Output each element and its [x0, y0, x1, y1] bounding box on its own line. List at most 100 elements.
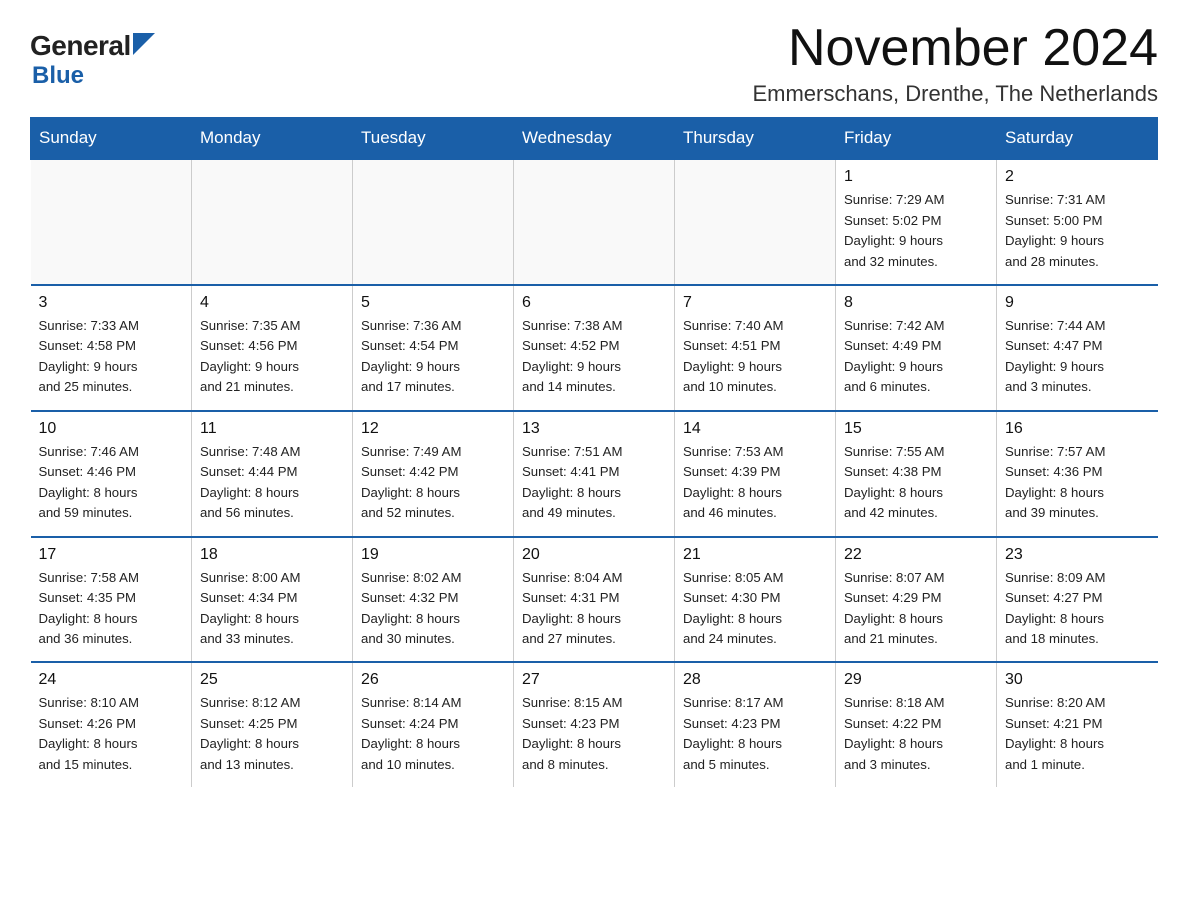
- header-day-tuesday: Tuesday: [353, 118, 514, 160]
- calendar-cell: 7Sunrise: 7:40 AMSunset: 4:51 PMDaylight…: [675, 285, 836, 411]
- day-info: Sunrise: 8:09 AMSunset: 4:27 PMDaylight:…: [1005, 568, 1150, 650]
- calendar-cell: 3 Sunrise: 7:33 AMSunset: 4:58 PMDaylight…: [31, 285, 192, 411]
- day-info: Sunrise: 8:10 AMSunset: 4:26 PMDaylight:…: [39, 693, 184, 775]
- day-number: 23: [1005, 546, 1150, 564]
- calendar-cell: [675, 159, 836, 285]
- day-number: 18: [200, 546, 344, 564]
- day-number: 17: [39, 546, 184, 564]
- calendar-cell: 24 Sunrise: 8:10 AMSunset: 4:26 PMDayligh…: [31, 662, 192, 787]
- day-info: Sunrise: 7:29 AMSunset: 5:02 PMDaylight:…: [844, 190, 988, 272]
- calendar-cell: 9 Sunrise: 7:44 AMSunset: 4:47 PMDaylight…: [997, 285, 1158, 411]
- day-number: 24: [39, 671, 184, 689]
- calendar-cell: 19 Sunrise: 8:02 AMSunset: 4:32 PMDayligh…: [353, 537, 514, 663]
- day-number: 2: [1005, 168, 1150, 186]
- calendar-table: SundayMondayTuesdayWednesdayThursdayFrid…: [30, 117, 1158, 787]
- day-number: 30: [1005, 671, 1150, 689]
- day-number: 13: [522, 420, 666, 438]
- header: General Blue November 2024 Emmerschans, …: [30, 20, 1158, 107]
- day-info: Sunrise: 7:51 AMSunset: 4:41 PMDaylight:…: [522, 442, 666, 524]
- day-info: Sunrise: 8:14 AMSunset: 4:24 PMDaylight:…: [361, 693, 505, 775]
- subtitle: Emmerschans, Drenthe, The Netherlands: [752, 81, 1158, 107]
- calendar-cell: [31, 159, 192, 285]
- day-info: Sunrise: 7:31 AMSunset: 5:00 PMDaylight:…: [1005, 190, 1150, 272]
- day-info: Sunrise: 7:36 AMSunset: 4:54 PMDaylight:…: [361, 316, 505, 398]
- calendar-cell: 28Sunrise: 8:17 AMSunset: 4:23 PMDayligh…: [675, 662, 836, 787]
- week-row-3: 10 Sunrise: 7:46 AMSunset: 4:46 PMDayligh…: [31, 411, 1158, 537]
- day-number: 5: [361, 294, 505, 312]
- day-number: 19: [361, 546, 505, 564]
- day-info: Sunrise: 8:00 AMSunset: 4:34 PMDaylight:…: [200, 568, 344, 650]
- calendar-body: 1 Sunrise: 7:29 AMSunset: 5:02 PMDaylight…: [31, 159, 1158, 787]
- calendar-cell: 13 Sunrise: 7:51 AMSunset: 4:41 PMDayligh…: [514, 411, 675, 537]
- day-info: Sunrise: 8:12 AMSunset: 4:25 PMDaylight:…: [200, 693, 344, 775]
- logo-general-text: General: [30, 30, 131, 62]
- day-info: Sunrise: 7:44 AMSunset: 4:47 PMDaylight:…: [1005, 316, 1150, 398]
- calendar-cell: 12Sunrise: 7:49 AMSunset: 4:42 PMDayligh…: [353, 411, 514, 537]
- calendar-cell: 25 Sunrise: 8:12 AMSunset: 4:25 PMDayligh…: [192, 662, 353, 787]
- calendar-cell: 10 Sunrise: 7:46 AMSunset: 4:46 PMDayligh…: [31, 411, 192, 537]
- week-row-4: 17 Sunrise: 7:58 AMSunset: 4:35 PMDayligh…: [31, 537, 1158, 663]
- day-info: Sunrise: 7:48 AMSunset: 4:44 PMDaylight:…: [200, 442, 344, 524]
- calendar-cell: 18 Sunrise: 8:00 AMSunset: 4:34 PMDayligh…: [192, 537, 353, 663]
- calendar-cell: 5 Sunrise: 7:36 AMSunset: 4:54 PMDaylight…: [353, 285, 514, 411]
- title-area: November 2024 Emmerschans, Drenthe, The …: [752, 20, 1158, 107]
- day-number: 29: [844, 671, 988, 689]
- header-day-thursday: Thursday: [675, 118, 836, 160]
- calendar-header: SundayMondayTuesdayWednesdayThursdayFrid…: [31, 118, 1158, 160]
- day-info: Sunrise: 7:46 AMSunset: 4:46 PMDaylight:…: [39, 442, 184, 524]
- day-info: Sunrise: 7:55 AMSunset: 4:38 PMDaylight:…: [844, 442, 988, 524]
- calendar-cell: 30 Sunrise: 8:20 AMSunset: 4:21 PMDayligh…: [997, 662, 1158, 787]
- calendar-cell: 27 Sunrise: 8:15 AMSunset: 4:23 PMDayligh…: [514, 662, 675, 787]
- day-number: 28: [683, 671, 827, 689]
- logo-arrow-icon: [133, 33, 155, 55]
- day-info: Sunrise: 7:40 AMSunset: 4:51 PMDaylight:…: [683, 316, 827, 398]
- main-title: November 2024: [752, 20, 1158, 77]
- day-number: 10: [39, 420, 184, 438]
- logo-blue-text: Blue: [32, 62, 84, 89]
- day-number: 25: [200, 671, 344, 689]
- day-number: 11: [200, 420, 344, 438]
- day-info: Sunrise: 7:33 AMSunset: 4:58 PMDaylight:…: [39, 316, 184, 398]
- day-info: Sunrise: 7:49 AMSunset: 4:42 PMDaylight:…: [361, 442, 505, 524]
- week-row-2: 3 Sunrise: 7:33 AMSunset: 4:58 PMDaylight…: [31, 285, 1158, 411]
- day-number: 3: [39, 294, 184, 312]
- calendar-cell: 26 Sunrise: 8:14 AMSunset: 4:24 PMDayligh…: [353, 662, 514, 787]
- week-row-5: 24 Sunrise: 8:10 AMSunset: 4:26 PMDayligh…: [31, 662, 1158, 787]
- day-number: 6: [522, 294, 666, 312]
- calendar-cell: 23 Sunrise: 8:09 AMSunset: 4:27 PMDayligh…: [997, 537, 1158, 663]
- calendar-cell: 11 Sunrise: 7:48 AMSunset: 4:44 PMDayligh…: [192, 411, 353, 537]
- calendar-cell: 1 Sunrise: 7:29 AMSunset: 5:02 PMDaylight…: [836, 159, 997, 285]
- calendar-cell: 17 Sunrise: 7:58 AMSunset: 4:35 PMDayligh…: [31, 537, 192, 663]
- day-info: Sunrise: 7:35 AMSunset: 4:56 PMDaylight:…: [200, 316, 344, 398]
- day-number: 21: [683, 546, 827, 564]
- day-number: 15: [844, 420, 988, 438]
- day-info: Sunrise: 8:02 AMSunset: 4:32 PMDaylight:…: [361, 568, 505, 650]
- day-number: 4: [200, 294, 344, 312]
- header-day-saturday: Saturday: [997, 118, 1158, 160]
- day-info: Sunrise: 7:58 AMSunset: 4:35 PMDaylight:…: [39, 568, 184, 650]
- day-number: 1: [844, 168, 988, 186]
- calendar-cell: 4 Sunrise: 7:35 AMSunset: 4:56 PMDaylight…: [192, 285, 353, 411]
- day-number: 26: [361, 671, 505, 689]
- day-number: 9: [1005, 294, 1150, 312]
- calendar-cell: 8 Sunrise: 7:42 AMSunset: 4:49 PMDaylight…: [836, 285, 997, 411]
- day-number: 16: [1005, 420, 1150, 438]
- logo: General Blue: [30, 20, 155, 90]
- day-number: 8: [844, 294, 988, 312]
- day-info: Sunrise: 8:07 AMSunset: 4:29 PMDaylight:…: [844, 568, 988, 650]
- calendar-cell: 16Sunrise: 7:57 AMSunset: 4:36 PMDayligh…: [997, 411, 1158, 537]
- calendar-cell: [192, 159, 353, 285]
- calendar-cell: 6Sunrise: 7:38 AMSunset: 4:52 PMDaylight…: [514, 285, 675, 411]
- day-info: Sunrise: 7:53 AMSunset: 4:39 PMDaylight:…: [683, 442, 827, 524]
- day-info: Sunrise: 8:18 AMSunset: 4:22 PMDaylight:…: [844, 693, 988, 775]
- calendar-cell: 15 Sunrise: 7:55 AMSunset: 4:38 PMDayligh…: [836, 411, 997, 537]
- calendar-cell: 21 Sunrise: 8:05 AMSunset: 4:30 PMDayligh…: [675, 537, 836, 663]
- day-info: Sunrise: 7:42 AMSunset: 4:49 PMDaylight:…: [844, 316, 988, 398]
- day-info: Sunrise: 8:20 AMSunset: 4:21 PMDaylight:…: [1005, 693, 1150, 775]
- day-headers-row: SundayMondayTuesdayWednesdayThursdayFrid…: [31, 118, 1158, 160]
- calendar-cell: 29 Sunrise: 8:18 AMSunset: 4:22 PMDayligh…: [836, 662, 997, 787]
- day-info: Sunrise: 8:15 AMSunset: 4:23 PMDaylight:…: [522, 693, 666, 775]
- day-number: 14: [683, 420, 827, 438]
- day-info: Sunrise: 8:05 AMSunset: 4:30 PMDaylight:…: [683, 568, 827, 650]
- day-number: 27: [522, 671, 666, 689]
